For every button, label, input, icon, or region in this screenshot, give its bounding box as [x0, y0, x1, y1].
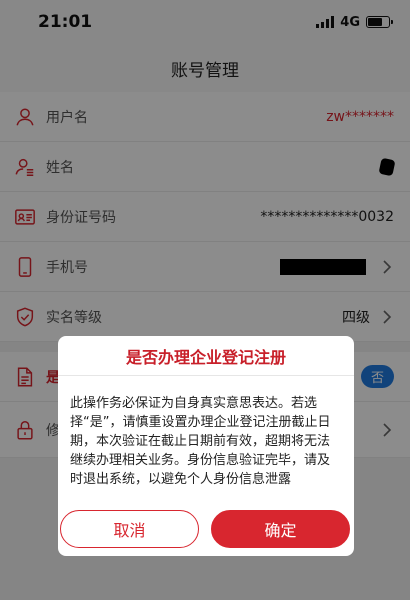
confirm-dialog: 是否办理企业登记注册 此操作务必保证为自身真实意思表达。若选择“是”，请慎重设置… [58, 336, 354, 556]
dialog-title: 是否办理企业登记注册 [58, 336, 354, 376]
dialog-buttons: 取消 确定 [60, 510, 350, 548]
cancel-button[interactable]: 取消 [60, 510, 199, 548]
confirm-button[interactable]: 确定 [211, 510, 350, 548]
dialog-body: 此操作务必保证为自身真实意思表达。若选择“是”，请慎重设置办理企业登记注册截止日… [70, 396, 331, 487]
